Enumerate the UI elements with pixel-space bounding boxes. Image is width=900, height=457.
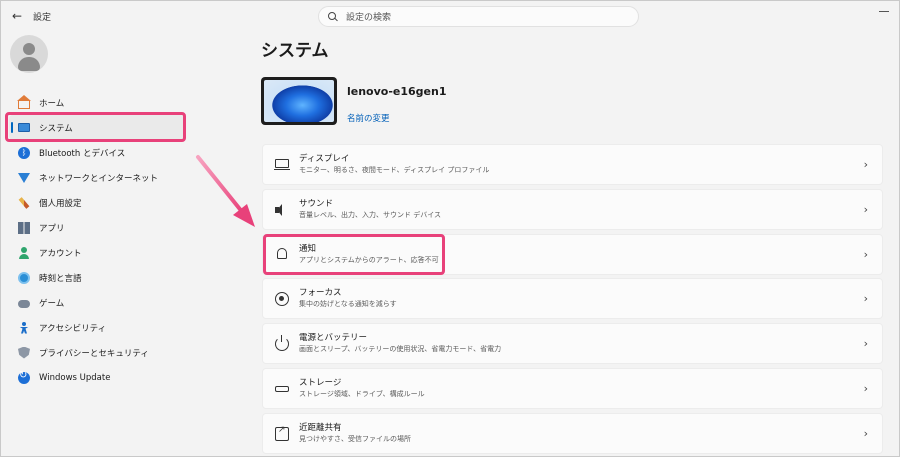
- settings-window: ← 設定 設定の検索 ホーム システム ᛒ Bluetooth とデバイス ネッ…: [0, 0, 900, 457]
- annotation-arrow: [196, 155, 255, 227]
